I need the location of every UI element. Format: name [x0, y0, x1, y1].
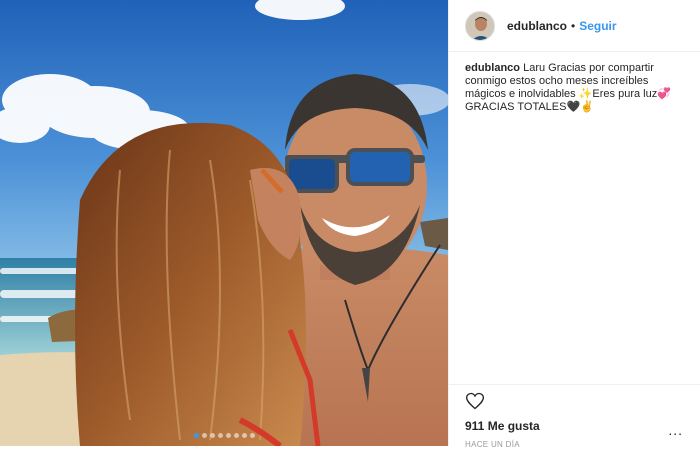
post-header: edublanco • Seguir [449, 0, 700, 52]
comments-area: edublanco Laru Gracias por compartir con… [449, 52, 700, 114]
carousel-dot[interactable] [217, 433, 223, 438]
carousel-dot[interactable] [201, 433, 207, 438]
more-options-button[interactable]: ... [668, 422, 683, 438]
heart-outline-icon[interactable] [465, 391, 485, 411]
post-actions: 911 Me gusta HACE UN DÍA ... [449, 384, 700, 449]
post-timestamp: HACE UN DÍA [465, 440, 520, 449]
photo-illustration [0, 0, 448, 446]
carousel-dot[interactable] [241, 433, 247, 438]
post-sidebar: edublanco • Seguir edublanco Laru Gracia… [448, 0, 700, 449]
avatar-image [466, 11, 494, 40]
carousel-indicator [0, 433, 448, 438]
instagram-post: edublanco • Seguir edublanco Laru Gracia… [0, 0, 700, 449]
carousel-dot[interactable] [249, 433, 255, 438]
carousel-dot[interactable] [233, 433, 239, 438]
header-username[interactable]: edublanco [507, 19, 567, 33]
post-photo[interactable] [0, 0, 448, 446]
caption-username[interactable]: edublanco [465, 62, 520, 74]
carousel-dot[interactable] [209, 433, 215, 438]
carousel-dot[interactable] [225, 433, 231, 438]
carousel-dot[interactable] [193, 433, 199, 438]
follow-button[interactable]: Seguir [579, 19, 616, 33]
avatar[interactable] [465, 10, 495, 41]
likes-count[interactable]: 911 Me gusta [465, 419, 685, 433]
header-separator: • [571, 18, 576, 33]
